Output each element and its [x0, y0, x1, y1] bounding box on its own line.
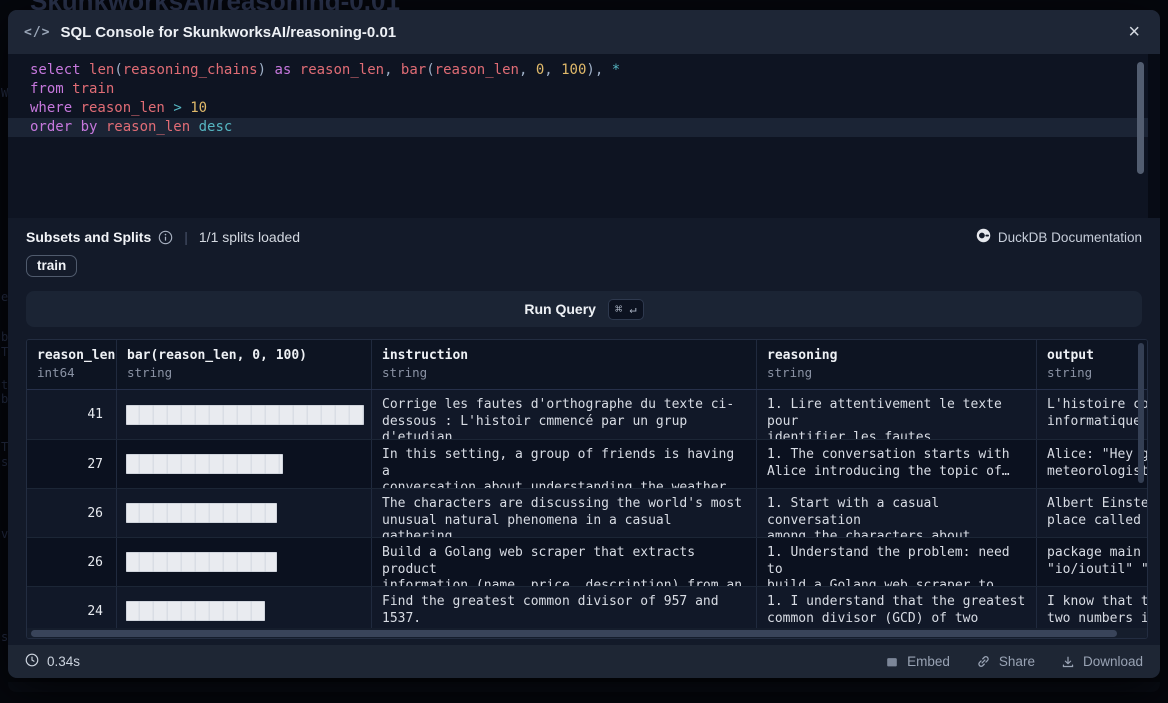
cell-bar [116, 489, 371, 537]
cell-reason-len: 26 [27, 538, 116, 586]
table-header-row: reason_len int64 bar(reason_len, 0, 100) st… [27, 340, 1147, 390]
sql-editor-lines: select len(reasoning_chains) as reason_l… [8, 61, 1160, 137]
column-name: reasoning [767, 348, 1026, 363]
cmd-enter-shortcut-badge: ⌘ ↵ [608, 299, 644, 320]
column-name: instruction [382, 348, 746, 363]
column-header-instruction: instruction string [371, 340, 756, 389]
download-button[interactable]: Download [1061, 654, 1143, 669]
results-table: reason_len int64 bar(reason_len, 0, 100) st… [26, 339, 1148, 639]
table-horizontal-scrollbar-track[interactable] [27, 628, 1147, 638]
cell-instruction: Corrige les fautes d'orthographe du text… [371, 390, 756, 439]
cell-output: Albert Einste place called [1036, 489, 1147, 537]
column-header-reasoning: reasoning string [756, 340, 1036, 389]
column-type: string [767, 365, 1026, 380]
column-type: string [1047, 365, 1138, 380]
table-horizontal-scrollbar-thumb[interactable] [31, 630, 1117, 637]
cell-output: Alice: "Hey g meteorologist [1036, 440, 1147, 488]
query-duration: 0.34s [25, 653, 80, 670]
bar-visualization [126, 405, 364, 425]
table-row: 26 Build a Golang web scraper that extrac… [27, 537, 1147, 586]
bar-visualization [126, 601, 265, 621]
editor-gutter [1148, 54, 1160, 218]
bar-visualization [126, 552, 277, 572]
cell-instruction: In this setting, a group of friends is h… [371, 440, 756, 488]
cell-bar [116, 538, 371, 586]
run-query-button[interactable]: Run Query ⌘ ↵ [26, 291, 1142, 327]
run-query-label: Run Query [524, 301, 596, 317]
backdrop-band [8, 682, 1160, 692]
column-type: int64 [37, 365, 106, 380]
column-type: string [382, 365, 746, 380]
column-header-reason-len: reason_len int64 [27, 340, 116, 389]
share-label: Share [999, 654, 1035, 669]
download-icon [1061, 655, 1075, 669]
column-type: string [127, 365, 361, 380]
cell-bar [116, 440, 371, 488]
splits-status: 1/1 splits loaded [199, 229, 300, 245]
share-button[interactable]: Share [976, 654, 1035, 669]
sql-line: from train [8, 80, 1160, 99]
modal-title: SQL Console for SkunkworksAI/reasoning-0… [60, 24, 396, 41]
embed-button[interactable]: Embed [885, 654, 950, 669]
split-chips: train [26, 255, 1142, 277]
embed-label: Embed [907, 654, 950, 669]
sql-console-modal: </> SQL Console for SkunkworksAI/reasoni… [8, 10, 1160, 678]
split-chip-train[interactable]: train [26, 255, 77, 277]
cell-reasoning: 1. Start with a casual conversation amon… [756, 489, 1036, 537]
modal-footer: 0.34s Embed Share Download [8, 645, 1160, 678]
cell-reason-len: 26 [27, 489, 116, 537]
duckdb-documentation-link[interactable]: DuckDB Documentation [976, 228, 1142, 246]
table-body: 41 Corrige les fautes d'orthographe du te… [27, 390, 1147, 635]
cell-reasoning: 1. Lire attentivement le texte pour iden… [756, 390, 1036, 439]
column-name: reason_len [37, 348, 106, 363]
query-duration-value: 0.34s [47, 654, 80, 669]
cell-output: package main "io/ioutil" " [1036, 538, 1147, 586]
footer-actions: Embed Share Download [885, 654, 1143, 669]
close-icon[interactable]: × [1124, 20, 1144, 44]
download-label: Download [1083, 654, 1143, 669]
modal-header: </> SQL Console for SkunkworksAI/reasoni… [8, 10, 1160, 54]
sql-line: select len(reasoning_chains) as reason_l… [8, 61, 1160, 80]
column-header-bar-reason-len-0-100-: bar(reason_len, 0, 100) string [116, 340, 371, 389]
column-header-output: output string [1036, 340, 1148, 389]
modal-body: Subsets and Splits | 1/1 splits loaded D… [8, 218, 1160, 640]
cell-instruction: Build a Golang web scraper that extracts… [371, 538, 756, 586]
duckdb-logo-icon [976, 228, 991, 246]
divider: | [184, 229, 188, 245]
column-name: output [1047, 348, 1138, 363]
bar-visualization [126, 503, 277, 523]
bar-visualization [126, 454, 283, 474]
splits-label: Subsets and Splits [26, 229, 151, 245]
table-row: 27 In this setting, a group of friends is… [27, 439, 1147, 488]
table-row: 41 Corrige les fautes d'orthographe du te… [27, 390, 1147, 439]
cell-bar [116, 390, 371, 439]
sql-line-active: order by reason_len desc [8, 118, 1160, 137]
info-icon[interactable] [158, 230, 173, 245]
table-row: 26 The characters are discussing the worl… [27, 488, 1147, 537]
sql-line: where reason_len > 10 [8, 99, 1160, 118]
code-icon: </> [24, 25, 50, 40]
embed-icon [885, 655, 899, 669]
column-name: bar(reason_len, 0, 100) [127, 348, 361, 363]
cell-reasoning: 1. Understand the problem: need to build… [756, 538, 1036, 586]
cell-instruction: The characters are discussing the world'… [371, 489, 756, 537]
duckdb-documentation-label: DuckDB Documentation [998, 230, 1142, 245]
cell-reason-len: 41 [27, 390, 116, 439]
sql-editor[interactable]: select len(reasoning_chains) as reason_l… [8, 54, 1160, 218]
splits-row: Subsets and Splits | 1/1 splits loaded D… [26, 228, 1142, 246]
clock-icon [25, 653, 39, 670]
cell-reasoning: 1. The conversation starts with Alice in… [756, 440, 1036, 488]
cell-reason-len: 27 [27, 440, 116, 488]
editor-vertical-scrollbar[interactable] [1137, 62, 1144, 174]
share-icon [976, 654, 991, 669]
cell-output: L'histoire co informatique [1036, 390, 1147, 439]
table-vertical-scrollbar[interactable] [1138, 343, 1144, 483]
